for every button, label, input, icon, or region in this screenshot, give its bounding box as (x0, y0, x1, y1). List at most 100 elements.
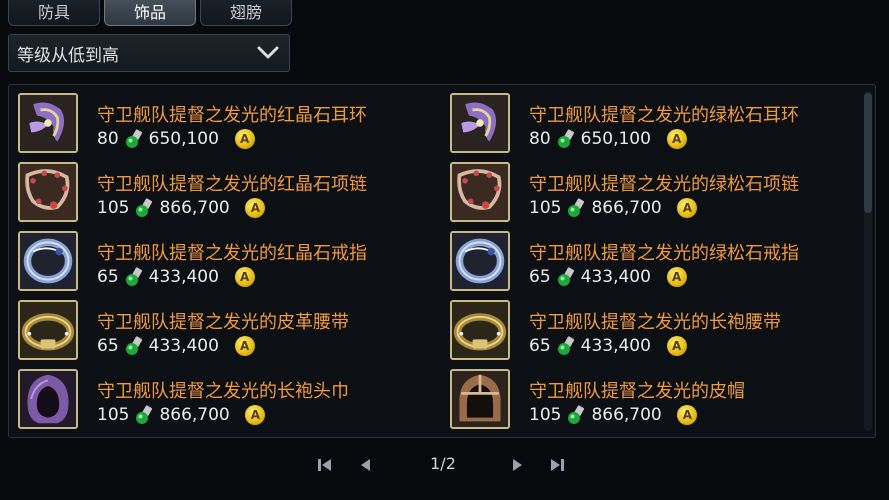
item-info: 105 866,700 A (97, 405, 266, 425)
list-item[interactable]: 守卫舰队提督之发光的绿松石戒指 65 433,400 A (447, 229, 867, 295)
green-gem-icon (557, 267, 575, 287)
green-gem-icon (135, 405, 153, 425)
item-level: 65 (529, 267, 551, 287)
green-gem-icon (125, 267, 143, 287)
item-info: 65 433,400 A (529, 267, 687, 287)
gold-coin-icon: A (666, 267, 687, 287)
purple-earring-icon (450, 93, 510, 153)
green-gem-icon (125, 336, 143, 356)
item-list-panel: 守卫舰队提督之发光的红晶石耳环 80 650,100 A 守卫舰队提督之发光的绿… (8, 84, 876, 438)
green-gem-icon (567, 198, 585, 218)
scrollbar[interactable] (864, 91, 872, 431)
purple-hood-icon (18, 369, 78, 429)
item-price: 433,400 (580, 267, 651, 287)
item-price: 433,400 (148, 267, 219, 287)
purple-earring-icon (18, 93, 78, 153)
item-price: 433,400 (148, 336, 219, 356)
item-name: 守卫舰队提督之发光的长袍头巾 (97, 381, 349, 402)
category-tabs: 防具 饰品 翅膀 (8, 0, 292, 26)
item-level: 105 (529, 198, 562, 218)
chevron-down-icon (257, 46, 279, 59)
next-page-icon (513, 459, 522, 471)
gold-coin-icon: A (677, 405, 698, 425)
list-item[interactable]: 守卫舰队提督之发光的皮革腰带 65 433,400 A (15, 298, 435, 364)
item-name: 守卫舰队提督之发光的长袍腰带 (529, 312, 781, 333)
item-level: 65 (529, 336, 551, 356)
item-name: 守卫舰队提督之发光的红晶石耳环 (97, 105, 367, 126)
green-gem-icon (557, 336, 575, 356)
item-name: 守卫舰队提督之发光的皮革腰带 (97, 312, 349, 333)
item-name: 守卫舰队提督之发光的红晶石戒指 (97, 243, 367, 264)
gold-coin-icon: A (245, 405, 266, 425)
prev-page-icon (361, 459, 370, 471)
leather-helm-icon (450, 369, 510, 429)
item-level: 105 (97, 405, 130, 425)
item-price: 866,700 (159, 405, 230, 425)
item-level: 105 (97, 198, 130, 218)
item-info: 80 650,100 A (529, 129, 687, 149)
gold-coin-icon: A (245, 198, 266, 218)
item-info: 105 866,700 A (97, 198, 266, 218)
first-page-button[interactable] (314, 454, 336, 476)
sort-dropdown-label: 等级从低到高 (17, 45, 119, 66)
item-level: 65 (97, 336, 119, 356)
item-price: 650,100 (148, 129, 219, 149)
item-price: 866,700 (591, 405, 662, 425)
blue-ring-icon (18, 231, 78, 291)
red-necklace-icon (450, 162, 510, 222)
item-info: 65 433,400 A (97, 267, 255, 287)
list-item[interactable]: 守卫舰队提督之发光的绿松石耳环 80 650,100 A (447, 91, 867, 157)
gold-coin-icon: A (234, 336, 255, 356)
gold-coin-icon: A (666, 129, 687, 149)
list-item[interactable]: 守卫舰队提督之发光的皮帽 105 866,700 A (447, 367, 867, 433)
tab-accessories[interactable]: 饰品 (104, 0, 196, 26)
gold-coin-icon: A (666, 336, 687, 356)
list-item[interactable]: 守卫舰队提督之发光的红晶石项链 105 866,700 A (15, 160, 435, 226)
item-price: 650,100 (580, 129, 651, 149)
page-indicator: 1/2 (430, 454, 456, 473)
item-price: 866,700 (591, 198, 662, 218)
scrollbar-thumb[interactable] (864, 93, 872, 213)
green-gem-icon (567, 405, 585, 425)
item-name: 守卫舰队提督之发光的皮帽 (529, 381, 745, 402)
item-price: 433,400 (580, 336, 651, 356)
item-level: 65 (97, 267, 119, 287)
item-name: 守卫舰队提督之发光的红晶石项链 (97, 174, 367, 195)
item-name: 守卫舰队提督之发光的绿松石项链 (529, 174, 799, 195)
list-item[interactable]: 守卫舰队提督之发光的绿松石项链 105 866,700 A (447, 160, 867, 226)
last-page-icon (551, 459, 564, 471)
green-gem-icon (125, 129, 143, 149)
tab-armor[interactable]: 防具 (8, 0, 100, 26)
pagination: 1/2 (0, 450, 889, 480)
gold-belt-icon (18, 300, 78, 360)
tab-wings[interactable]: 翅膀 (200, 0, 292, 26)
last-page-button[interactable] (546, 454, 568, 476)
item-info: 65 433,400 A (529, 336, 687, 356)
item-name: 守卫舰队提督之发光的绿松石耳环 (529, 105, 799, 126)
red-necklace-icon (18, 162, 78, 222)
item-level: 80 (97, 129, 119, 149)
prev-page-button[interactable] (354, 454, 376, 476)
list-item[interactable]: 守卫舰队提督之发光的长袍头巾 105 866,700 A (15, 367, 435, 433)
item-info: 105 866,700 A (529, 405, 698, 425)
item-level: 80 (529, 129, 551, 149)
list-item[interactable]: 守卫舰队提督之发光的红晶石戒指 65 433,400 A (15, 229, 435, 295)
item-info: 80 650,100 A (97, 129, 255, 149)
sort-dropdown[interactable]: 等级从低到高 (8, 34, 290, 72)
gold-coin-icon: A (234, 129, 255, 149)
item-info: 65 433,400 A (97, 336, 255, 356)
gold-coin-icon: A (234, 267, 255, 287)
item-level: 105 (529, 405, 562, 425)
item-name: 守卫舰队提督之发光的绿松石戒指 (529, 243, 799, 264)
list-item[interactable]: 守卫舰队提督之发光的红晶石耳环 80 650,100 A (15, 91, 435, 157)
green-gem-icon (135, 198, 153, 218)
gold-coin-icon: A (677, 198, 698, 218)
item-price: 866,700 (159, 198, 230, 218)
blue-ring-icon (450, 231, 510, 291)
list-item[interactable]: 守卫舰队提督之发光的长袍腰带 65 433,400 A (447, 298, 867, 364)
first-page-icon (318, 459, 331, 471)
next-page-button[interactable] (507, 454, 529, 476)
gold-belt-icon (450, 300, 510, 360)
green-gem-icon (557, 129, 575, 149)
item-info: 105 866,700 A (529, 198, 698, 218)
